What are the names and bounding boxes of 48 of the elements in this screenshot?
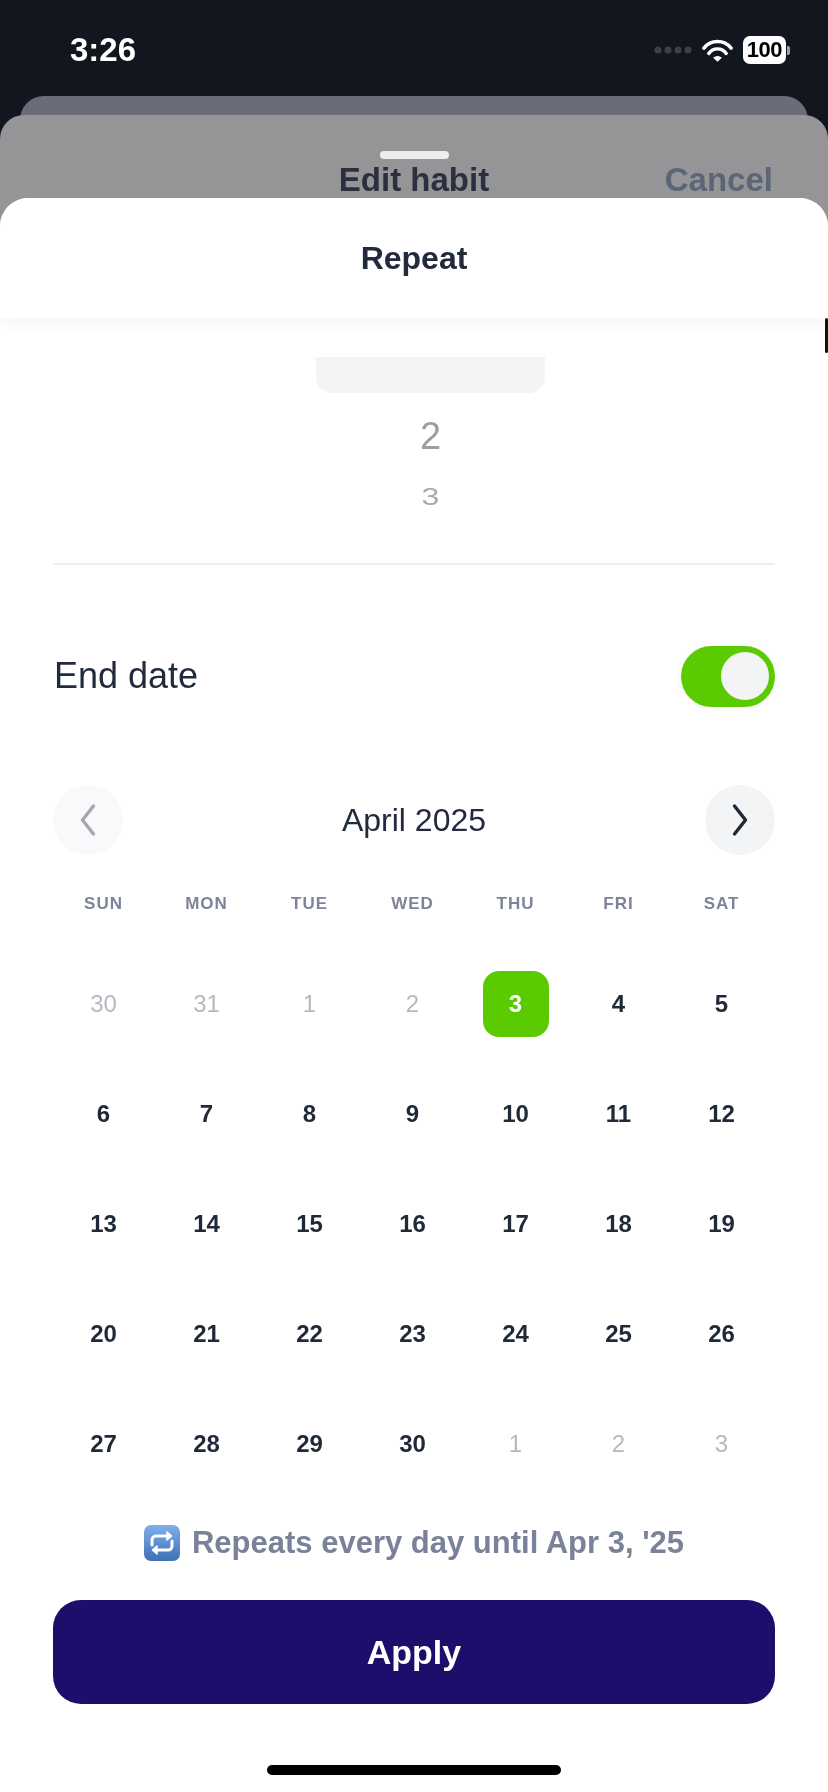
calendar-day[interactable]: 28 xyxy=(173,1411,240,1477)
calendar-day[interactable]: 23 xyxy=(379,1301,446,1367)
calendar-day[interactable]: 21 xyxy=(173,1301,240,1367)
calendar-day[interactable]: 18 xyxy=(585,1191,652,1257)
calendar-day[interactable]: 16 xyxy=(379,1191,446,1257)
calendar-day[interactable]: 15 xyxy=(276,1191,343,1257)
weekday-label: FRI xyxy=(603,893,634,916)
calendar-day[interactable]: 26 xyxy=(688,1301,755,1367)
repeat-summary: Repeats every day until Apr 3, '25 xyxy=(191,1523,685,1562)
weekday-label: MON xyxy=(185,893,228,916)
calendar-day[interactable]: 29 xyxy=(276,1411,343,1477)
calendar-day[interactable]: 9 xyxy=(379,1081,446,1147)
calendar-day[interactable]: 17 xyxy=(482,1191,549,1257)
calendar-day[interactable]: 19 xyxy=(688,1191,755,1257)
end-date-label: End date xyxy=(54,654,199,698)
calendar-day[interactable]: 20 xyxy=(70,1301,137,1367)
sheet-title: Repeat xyxy=(360,239,468,278)
calendar-day[interactable]: 10 xyxy=(482,1081,549,1147)
weekday-label: SUN xyxy=(84,893,123,916)
scroll-indicator xyxy=(825,318,828,353)
status-time: 3:26 xyxy=(70,32,137,68)
calendar-day[interactable]: 4 xyxy=(585,971,652,1037)
calendar-day[interactable]: 14 xyxy=(173,1191,240,1257)
wifi-icon xyxy=(701,38,733,62)
calendar-day[interactable]: 22 xyxy=(276,1301,343,1367)
weekday-label: TUE xyxy=(291,893,328,916)
calendar-day[interactable]: 5 xyxy=(688,971,755,1037)
calendar-day[interactable]: 25 xyxy=(585,1301,652,1367)
signal-icon xyxy=(653,46,692,54)
calendar-day[interactable]: 30 xyxy=(379,1411,446,1477)
calendar-day[interactable]: 13 xyxy=(70,1191,137,1257)
calendar-day[interactable]: 11 xyxy=(585,1081,652,1147)
repeat-icon xyxy=(143,1525,180,1561)
month-title: April 2025 xyxy=(341,801,487,840)
calendar-day[interactable]: 8 xyxy=(276,1081,343,1147)
weekday-label: THU xyxy=(496,893,535,916)
end-date-toggle[interactable] xyxy=(681,645,775,707)
calendar-day[interactable]: 12 xyxy=(688,1081,755,1147)
calendar-day[interactable]: 27 xyxy=(70,1411,137,1477)
weekday-label: WED xyxy=(391,893,434,916)
apply-button[interactable]: Apply xyxy=(53,1600,775,1704)
calendar-day[interactable]: 7 xyxy=(173,1081,240,1147)
calendar-day[interactable]: 6 xyxy=(70,1081,137,1147)
weekday-label: SAT xyxy=(703,893,740,916)
sheet-grabber[interactable] xyxy=(380,151,449,159)
battery-indicator: 100 xyxy=(742,36,790,64)
sheet-title: Edit habit xyxy=(338,160,490,200)
calendar-day[interactable]: 24 xyxy=(482,1301,549,1367)
